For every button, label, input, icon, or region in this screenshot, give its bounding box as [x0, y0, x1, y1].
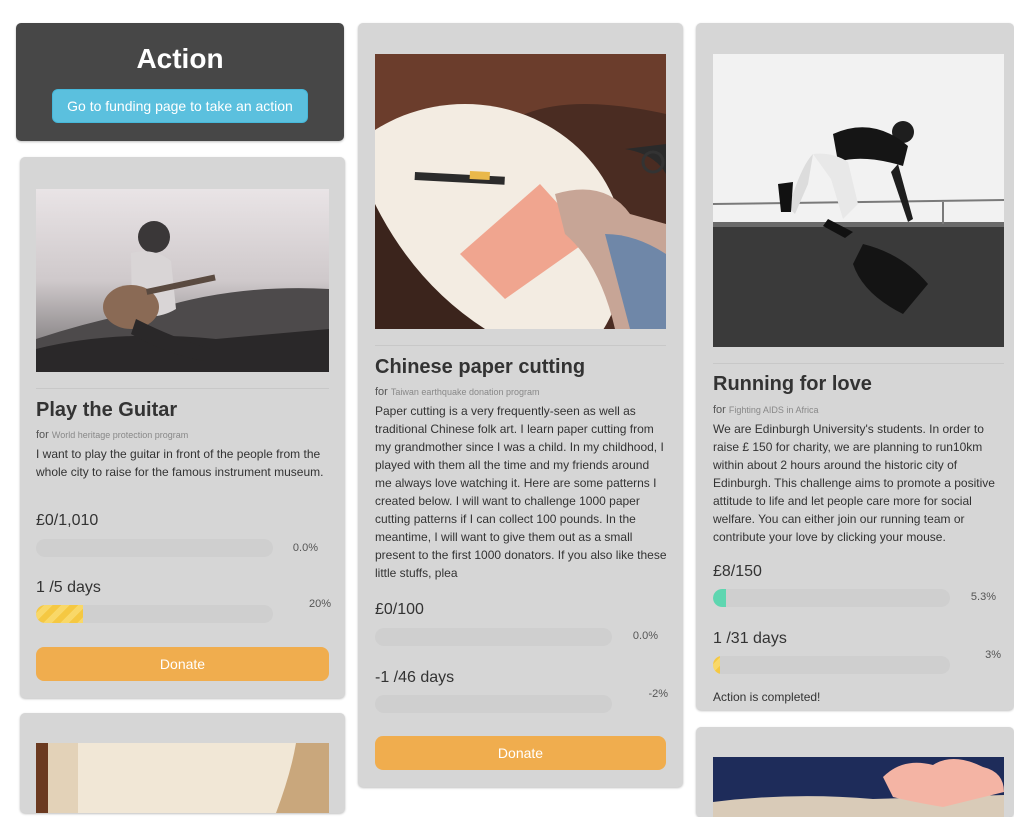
card-title: Chinese paper cutting — [375, 356, 586, 378]
campaign-card-running: Running for love for Fighting AIDS in Af… — [696, 23, 1014, 710]
days-progress-bar — [713, 656, 950, 674]
money-percent: 0.0% — [632, 630, 658, 642]
guitar-image — [36, 189, 329, 372]
money-percent: 5.3% — [970, 591, 996, 603]
donate-button[interactable]: Donate — [375, 736, 666, 770]
action-title: Action — [136, 43, 224, 74]
campaign-card-partial-2 — [696, 727, 1014, 817]
money-raised: £0/1,010 — [36, 512, 99, 529]
for-label: for — [36, 429, 49, 441]
program-link[interactable]: Fighting AIDS in Africa — [729, 405, 819, 415]
days-progress-bar — [375, 695, 612, 713]
money-raised: £0/100 — [375, 601, 424, 618]
money-percent: 0.0% — [292, 542, 318, 554]
for-label: for — [713, 404, 726, 416]
money-progress-bar — [713, 589, 950, 607]
money-progress-bar — [36, 539, 273, 557]
running-image — [713, 54, 1004, 347]
days-count: 1 /31 days — [713, 630, 787, 647]
paper-cutting-image — [375, 54, 666, 329]
days-progress-bar — [36, 605, 273, 623]
donate-button[interactable]: Donate — [36, 647, 329, 681]
go-to-funding-page-button[interactable]: Go to funding page to take an action — [52, 89, 308, 123]
card-for-line: for World heritage protection program — [36, 429, 188, 441]
days-percent: -2% — [648, 688, 668, 700]
card-description: Paper cutting is a very frequently-seen … — [375, 404, 667, 580]
days-count: 1 /5 days — [36, 579, 101, 596]
card-description: I want to play the guitar in front of th… — [36, 447, 324, 479]
program-link[interactable]: World heritage protection program — [52, 430, 188, 440]
card-description: We are Edinburgh University's students. … — [713, 422, 995, 544]
card-for-line: for Fighting AIDS in Africa — [713, 404, 818, 416]
campaign-card-partial — [20, 713, 345, 813]
campaign-card-guitar: Play the Guitar for World heritage prote… — [20, 157, 345, 698]
money-progress-bar — [375, 628, 612, 646]
campaign-image — [713, 757, 1004, 817]
card-for-line: for Taiwan earthquake donation program — [375, 386, 540, 398]
for-label: for — [375, 386, 388, 398]
days-percent: 20% — [308, 598, 331, 610]
action-card: Action Go to funding page to take an act… — [16, 23, 344, 141]
card-title: Running for love — [713, 373, 872, 395]
days-percent: 3% — [985, 649, 1001, 661]
card-title: Play the Guitar — [36, 399, 178, 421]
program-link[interactable]: Taiwan earthquake donation program — [391, 387, 540, 397]
action-completed-status: Action is completed! — [713, 690, 821, 704]
days-count: -1 /46 days — [375, 669, 455, 686]
money-raised: £8/150 — [713, 563, 762, 580]
campaign-card-paper-cutting: Chinese paper cutting for Taiwan earthqu… — [358, 23, 683, 787]
